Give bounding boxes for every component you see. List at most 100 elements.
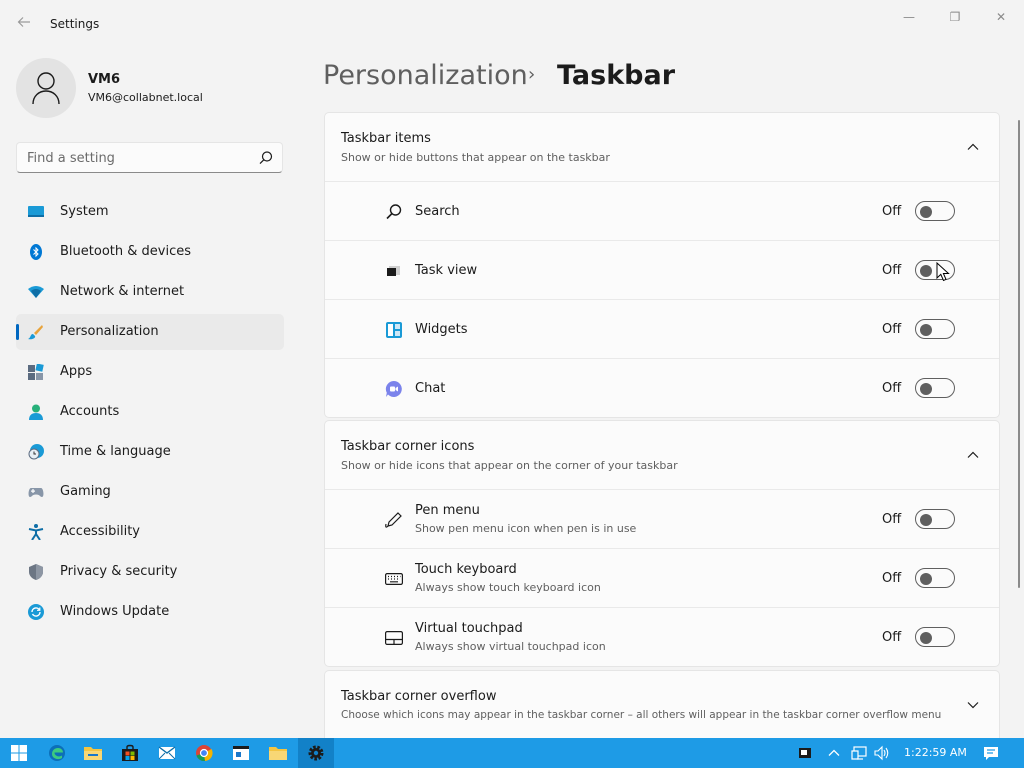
toggle-state: Off: [882, 630, 902, 645]
breadcrumb-separator-icon: ›: [528, 64, 536, 85]
task-view-icon: [387, 266, 400, 276]
taskbar-items-header[interactable]: Taskbar items Show or hide buttons that …: [325, 113, 999, 181]
sidebar-item-network[interactable]: Network & internet: [16, 274, 284, 310]
search-box[interactable]: [16, 142, 283, 173]
sidebar-item-label: Bluetooth & devices: [60, 244, 191, 259]
apps-icon: [28, 364, 44, 380]
shield-icon: [29, 564, 43, 580]
time-language-icon: [28, 444, 44, 460]
section-subtitle: Show or hide buttons that appear on the …: [341, 151, 610, 164]
file-explorer-icon[interactable]: [82, 742, 104, 764]
corner-overflow-header[interactable]: Taskbar corner overflow Choose which ico…: [325, 671, 999, 739]
back-arrow-icon[interactable]: [14, 14, 34, 34]
close-button[interactable]: ✕: [978, 4, 1024, 30]
settings-icon[interactable]: [305, 742, 327, 764]
setting-row-search: Search Off: [325, 181, 999, 240]
store-icon[interactable]: [119, 742, 141, 764]
sidebar-item-label: Privacy & security: [60, 564, 178, 579]
keyboard-icon: [385, 572, 403, 586]
corner-icons-section: Taskbar corner icons Show or hide icons …: [324, 420, 1000, 667]
toggle-state: Off: [882, 512, 902, 527]
windows-taskbar: 1:22:59 AM: [0, 738, 1024, 768]
sidebar-item-label: Accounts: [60, 404, 120, 419]
minimize-button[interactable]: —: [886, 4, 932, 30]
sidebar-item-bluetooth[interactable]: Bluetooth & devices: [16, 234, 284, 270]
setting-description: Always show touch keyboard icon: [415, 581, 601, 594]
search-toggle[interactable]: [915, 201, 955, 221]
taskbar-items-section: Taskbar items Show or hide buttons that …: [324, 112, 1000, 418]
start-icon[interactable]: [8, 742, 30, 764]
setting-row-touch-keyboard: Touch keyboard Always show touch keyboar…: [325, 548, 999, 607]
taskbar-clock[interactable]: 1:22:59 AM: [904, 746, 967, 759]
corner-overflow-section[interactable]: Taskbar corner overflow Choose which ico…: [324, 670, 1000, 738]
chevron-up-icon[interactable]: [826, 745, 842, 761]
page-title: Taskbar: [557, 60, 676, 91]
touch-keyboard-toggle[interactable]: [915, 568, 955, 588]
section-title: Taskbar corner icons: [341, 439, 475, 454]
search-icon[interactable]: [258, 150, 274, 166]
setting-label: Pen menu: [415, 503, 480, 518]
sidebar-item-system[interactable]: System: [16, 194, 284, 230]
setting-label: Widgets: [415, 322, 468, 337]
sidebar-item-time-language[interactable]: Time & language: [16, 434, 284, 470]
setting-row-chat: Chat Off: [325, 358, 999, 417]
setting-row-widgets: Widgets Off: [325, 299, 999, 358]
setting-label: Virtual touchpad: [415, 621, 523, 636]
pen-menu-toggle[interactable]: [915, 509, 955, 529]
chrome-icon[interactable]: [193, 742, 215, 764]
bluetooth-icon: [30, 244, 42, 260]
sidebar-item-label: Accessibility: [60, 524, 140, 539]
toggle-state: Off: [882, 571, 902, 586]
sidebar-item-apps[interactable]: Apps: [16, 354, 284, 390]
volume-icon[interactable]: [874, 745, 890, 761]
setting-label: Chat: [415, 381, 446, 396]
toggle-state: Off: [882, 263, 902, 278]
chevron-up-icon[interactable]: [965, 139, 981, 155]
sidebar-item-personalization[interactable]: Personalization: [16, 314, 284, 350]
edge-icon[interactable]: [46, 742, 68, 764]
widgets-icon: [386, 322, 402, 338]
sidebar-item-accounts[interactable]: Accounts: [16, 394, 284, 430]
app-title: Settings: [50, 17, 100, 31]
sidebar-item-privacy[interactable]: Privacy & security: [16, 554, 284, 590]
sidebar-item-windows-update[interactable]: Windows Update: [16, 594, 284, 630]
network-icon: [28, 286, 44, 298]
setting-label: Task view: [415, 263, 478, 278]
widgets-toggle[interactable]: [915, 319, 955, 339]
setting-description: Always show virtual touchpad icon: [415, 640, 606, 653]
toggle-state: Off: [882, 322, 902, 337]
breadcrumb-parent[interactable]: Personalization: [323, 60, 528, 91]
mail-icon[interactable]: [156, 742, 178, 764]
minimize-icon: —: [903, 10, 915, 24]
sidebar-item-label: Gaming: [60, 484, 111, 499]
corner-icons-header[interactable]: Taskbar corner icons Show or hide icons …: [325, 421, 999, 489]
setting-label: Search: [415, 204, 460, 219]
scrollbar[interactable]: [1018, 120, 1020, 588]
toggle-state: Off: [882, 204, 902, 219]
network-icon[interactable]: [851, 745, 867, 761]
maximize-button[interactable]: ❐: [932, 4, 978, 30]
search-input[interactable]: [27, 149, 247, 167]
sidebar-item-accessibility[interactable]: Accessibility: [16, 514, 284, 550]
toggle-state: Off: [882, 381, 902, 396]
chevron-down-icon[interactable]: [965, 697, 981, 713]
virtual-touchpad-toggle[interactable]: [915, 627, 955, 647]
chat-toggle[interactable]: [915, 378, 955, 398]
chat-icon: [385, 380, 402, 397]
pen-icon: [385, 512, 402, 528]
chevron-up-icon[interactable]: [965, 447, 981, 463]
mouse-cursor-icon: [936, 262, 950, 282]
avatar[interactable]: [16, 58, 76, 118]
maximize-icon: ❐: [949, 10, 961, 24]
sidebar-item-label: Apps: [60, 364, 93, 379]
keyboard-layout-icon[interactable]: [797, 745, 813, 761]
notification-icon[interactable]: [983, 745, 999, 761]
sidebar-item-label: Windows Update: [60, 604, 170, 619]
folder-icon[interactable]: [267, 742, 289, 764]
user-name: VM6: [88, 72, 121, 87]
sidebar-item-gaming[interactable]: Gaming: [16, 474, 284, 510]
accounts-icon: [29, 404, 43, 420]
terminal-icon[interactable]: [230, 742, 252, 764]
setting-row-task-view: Task view Off: [325, 240, 999, 299]
touchpad-icon: [385, 630, 403, 646]
